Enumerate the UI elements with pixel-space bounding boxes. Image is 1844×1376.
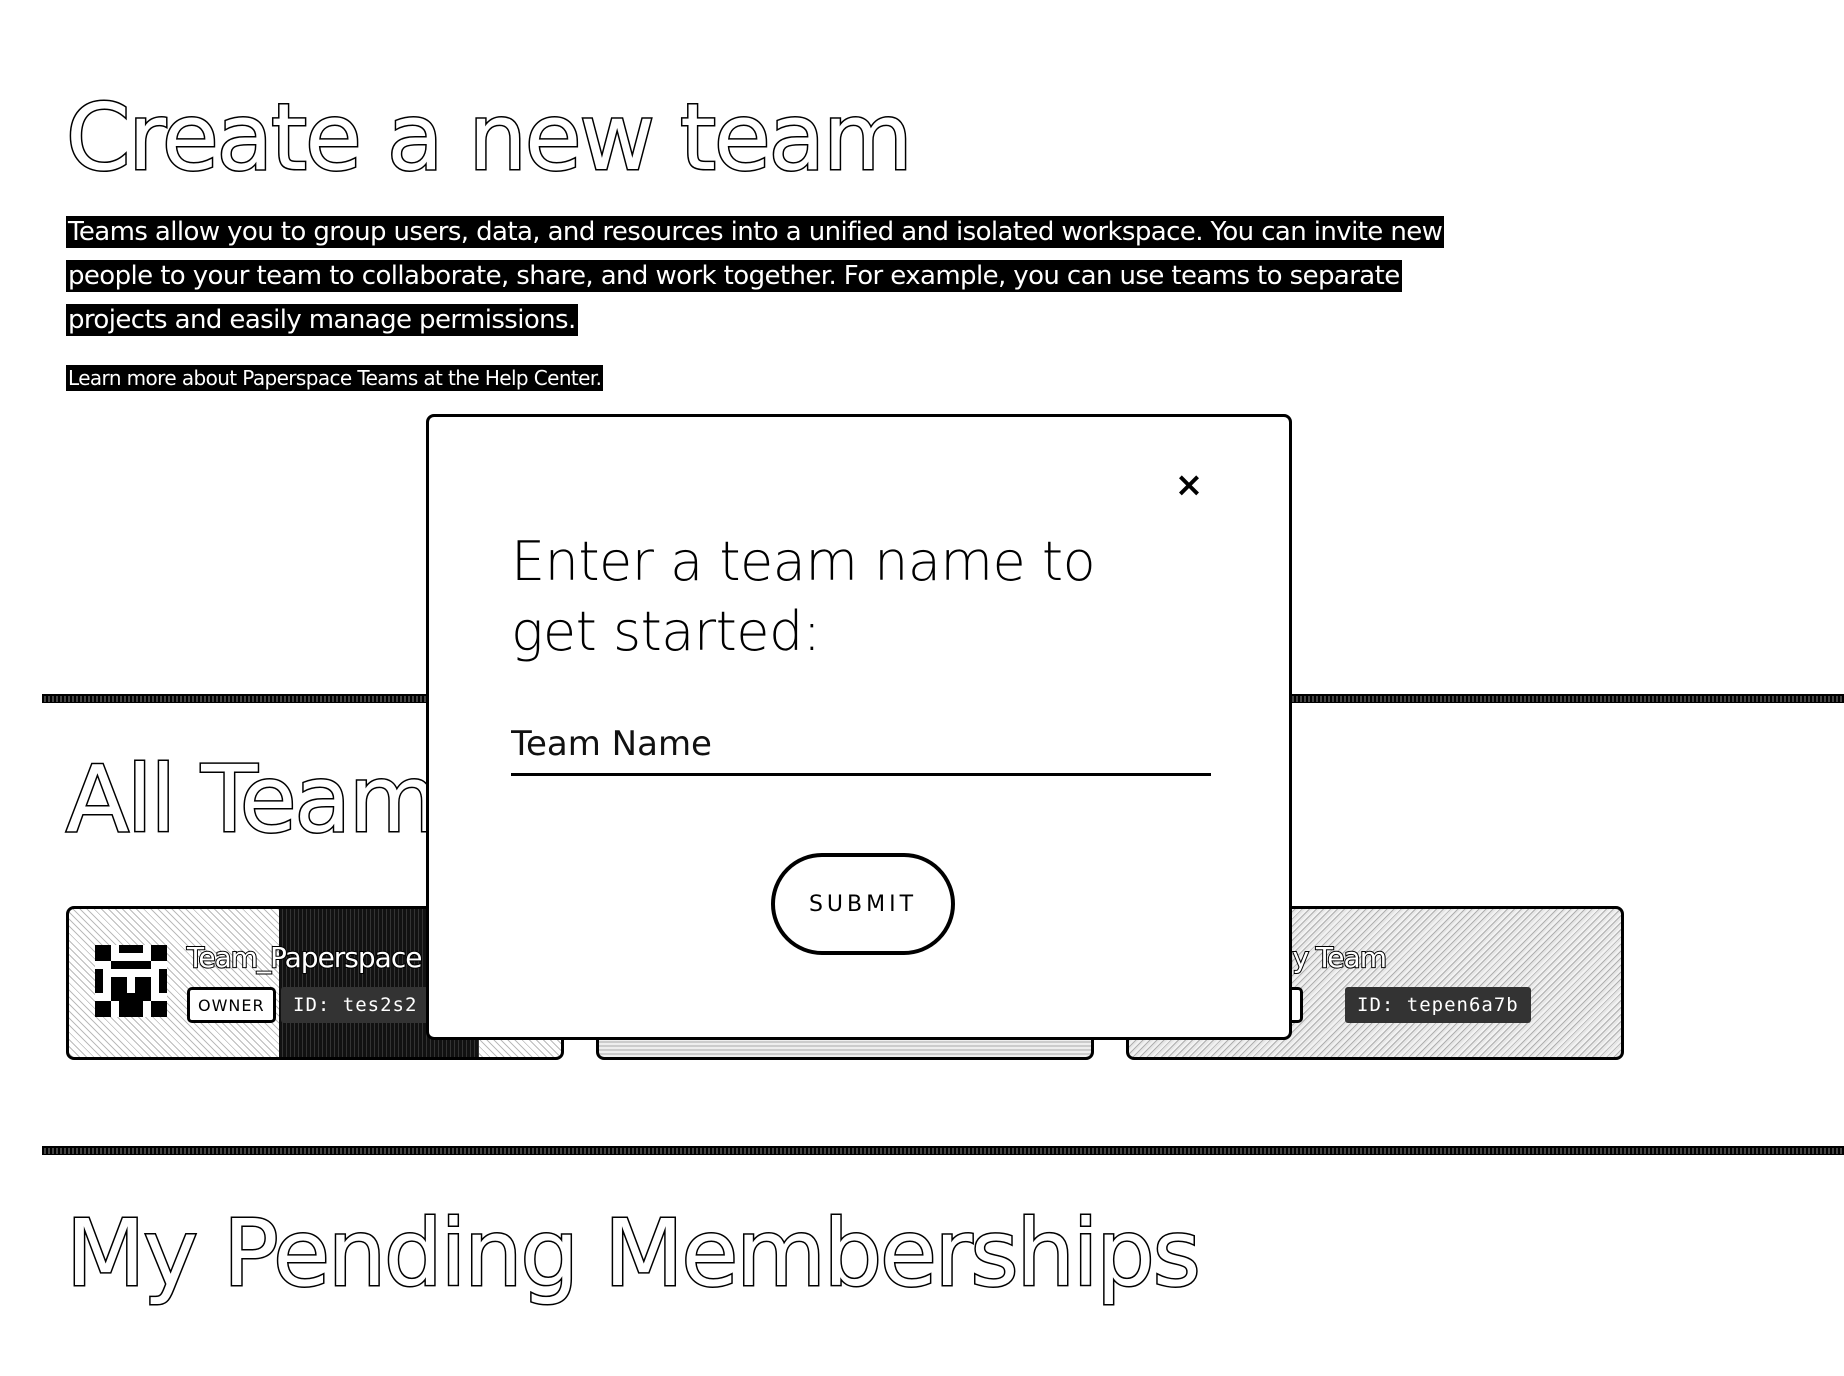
team-name-input[interactable] [511, 715, 1211, 776]
role-badge: OWNER [187, 987, 276, 1023]
all-teams-title: All Teams [64, 745, 485, 855]
create-team-modal: × Enter a team name to get started: SUBM… [426, 414, 1292, 1040]
team-avatar-icon [95, 945, 167, 1017]
learn-more-link[interactable]: Learn more about Paperspace Teams at the… [66, 365, 604, 391]
pending-memberships-title: My Pending Memberships [65, 1199, 1203, 1309]
close-icon[interactable]: × [1169, 465, 1209, 505]
section-divider [42, 1146, 1844, 1155]
team-name: Team_Paperspace [186, 940, 423, 975]
create-team-title: Create a new team [65, 83, 915, 193]
teams-description: Teams allow you to group users, data, an… [66, 210, 1486, 342]
teams-description-text: Teams allow you to group users, data, an… [66, 216, 1445, 336]
modal-heading: Enter a team name to get started: [511, 530, 1096, 663]
team-id-badge: ID: tepen6a7b [1345, 987, 1531, 1023]
team-id-badge: ID: tes2s2 [281, 987, 430, 1023]
submit-button[interactable]: SUBMIT [771, 853, 955, 955]
learn-more-text[interactable]: Learn more about Paperspace Teams at the… [66, 365, 604, 391]
